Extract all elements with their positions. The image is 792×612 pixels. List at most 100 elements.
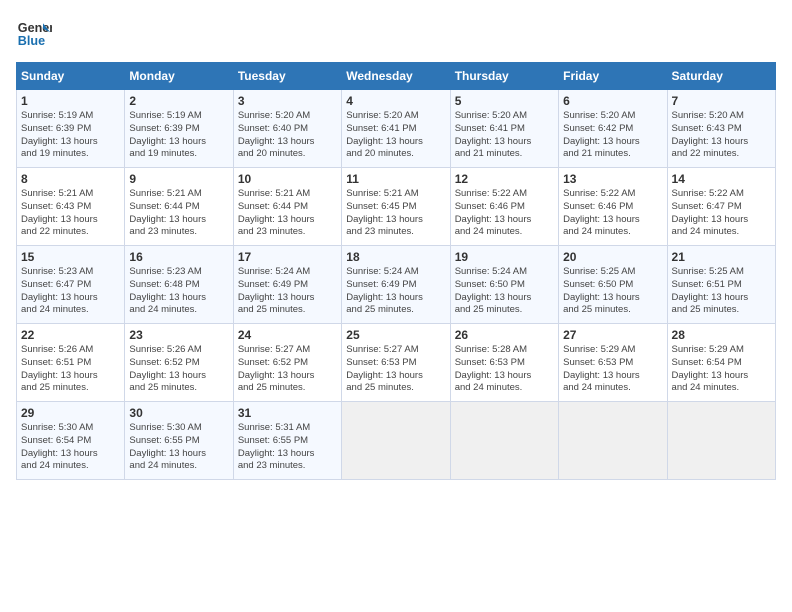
calendar-cell: 14 Sunrise: 5:22 AMSunset: 6:47 PMDayligh… [667, 168, 775, 246]
logo-icon: General Blue [16, 16, 52, 52]
day-detail: Sunrise: 5:21 AMSunset: 6:44 PMDaylight:… [238, 188, 337, 239]
day-detail: Sunrise: 5:29 AMSunset: 6:54 PMDaylight:… [672, 344, 771, 395]
calendar-cell: 27 Sunrise: 5:29 AMSunset: 6:53 PMDayligh… [559, 324, 667, 402]
header-saturday: Saturday [667, 63, 775, 90]
day-detail: Sunrise: 5:30 AMSunset: 6:55 PMDaylight:… [129, 422, 228, 473]
day-detail: Sunrise: 5:22 AMSunset: 6:46 PMDaylight:… [563, 188, 662, 239]
day-detail: Sunrise: 5:27 AMSunset: 6:53 PMDaylight:… [346, 344, 445, 395]
day-detail: Sunrise: 5:26 AMSunset: 6:51 PMDaylight:… [21, 344, 120, 395]
calendar-cell: 2 Sunrise: 5:19 AMSunset: 6:39 PMDaylight… [125, 90, 233, 168]
calendar-cell [450, 402, 558, 480]
week-row-3: 15 Sunrise: 5:23 AMSunset: 6:47 PMDayligh… [17, 246, 776, 324]
calendar-cell: 28 Sunrise: 5:29 AMSunset: 6:54 PMDayligh… [667, 324, 775, 402]
calendar-cell [559, 402, 667, 480]
day-detail: Sunrise: 5:20 AMSunset: 6:40 PMDaylight:… [238, 110, 337, 161]
calendar-cell: 7 Sunrise: 5:20 AMSunset: 6:43 PMDaylight… [667, 90, 775, 168]
day-number: 28 [672, 328, 771, 342]
calendar-cell: 25Sunrise: 5:27 AMSunset: 6:53 PMDayligh… [342, 324, 450, 402]
day-detail: Sunrise: 5:22 AMSunset: 6:47 PMDaylight:… [672, 188, 771, 239]
header-wednesday: Wednesday [342, 63, 450, 90]
calendar-cell: 1 Sunrise: 5:19 AMSunset: 6:39 PMDaylight… [17, 90, 125, 168]
calendar-cell: 26 Sunrise: 5:28 AMSunset: 6:53 PMDayligh… [450, 324, 558, 402]
header-tuesday: Tuesday [233, 63, 341, 90]
day-number: 17 [238, 250, 337, 264]
week-row-1: 1 Sunrise: 5:19 AMSunset: 6:39 PMDaylight… [17, 90, 776, 168]
day-number: 6 [563, 94, 662, 108]
header-thursday: Thursday [450, 63, 558, 90]
day-detail: Sunrise: 5:29 AMSunset: 6:53 PMDaylight:… [563, 344, 662, 395]
calendar-cell: 5Sunrise: 5:20 AMSunset: 6:41 PMDaylight… [450, 90, 558, 168]
calendar-cell: 15 Sunrise: 5:23 AMSunset: 6:47 PMDayligh… [17, 246, 125, 324]
page-header: General Blue [16, 16, 776, 52]
svg-text:Blue: Blue [18, 34, 45, 48]
day-number: 4 [346, 94, 445, 108]
calendar-cell: 16 Sunrise: 5:23 AMSunset: 6:48 PMDayligh… [125, 246, 233, 324]
day-detail: Sunrise: 5:23 AMSunset: 6:47 PMDaylight:… [21, 266, 120, 317]
header-friday: Friday [559, 63, 667, 90]
day-number: 14 [672, 172, 771, 186]
day-detail: Sunrise: 5:19 AMSunset: 6:39 PMDaylight:… [129, 110, 228, 161]
day-number: 30 [129, 406, 228, 420]
day-number: 20 [563, 250, 662, 264]
day-detail: Sunrise: 5:21 AMSunset: 6:44 PMDaylight:… [129, 188, 228, 239]
day-detail: Sunrise: 5:31 AMSunset: 6:55 PMDaylight:… [238, 422, 337, 473]
day-detail: Sunrise: 5:24 AMSunset: 6:49 PMDaylight:… [346, 266, 445, 317]
day-detail: Sunrise: 5:26 AMSunset: 6:52 PMDaylight:… [129, 344, 228, 395]
calendar-table: SundayMondayTuesdayWednesdayThursdayFrid… [16, 62, 776, 480]
calendar-cell: 12Sunrise: 5:22 AMSunset: 6:46 PMDayligh… [450, 168, 558, 246]
day-detail: Sunrise: 5:20 AMSunset: 6:43 PMDaylight:… [672, 110, 771, 161]
calendar-cell: 29 Sunrise: 5:30 AMSunset: 6:54 PMDayligh… [17, 402, 125, 480]
calendar-cell: 30 Sunrise: 5:30 AMSunset: 6:55 PMDayligh… [125, 402, 233, 480]
logo: General Blue [16, 16, 52, 52]
day-number: 22 [21, 328, 120, 342]
day-number: 29 [21, 406, 120, 420]
calendar-cell: 20 Sunrise: 5:25 AMSunset: 6:50 PMDayligh… [559, 246, 667, 324]
day-detail: Sunrise: 5:23 AMSunset: 6:48 PMDaylight:… [129, 266, 228, 317]
day-detail: Sunrise: 5:20 AMSunset: 6:42 PMDaylight:… [563, 110, 662, 161]
day-number: 21 [672, 250, 771, 264]
calendar-cell: 19Sunrise: 5:24 AMSunset: 6:50 PMDayligh… [450, 246, 558, 324]
day-number: 15 [21, 250, 120, 264]
calendar-cell: 6 Sunrise: 5:20 AMSunset: 6:42 PMDaylight… [559, 90, 667, 168]
calendar-cell: 23 Sunrise: 5:26 AMSunset: 6:52 PMDayligh… [125, 324, 233, 402]
day-detail: Sunrise: 5:25 AMSunset: 6:51 PMDaylight:… [672, 266, 771, 317]
day-number: 5 [455, 94, 554, 108]
day-number: 27 [563, 328, 662, 342]
day-detail: Sunrise: 5:30 AMSunset: 6:54 PMDaylight:… [21, 422, 120, 473]
week-row-5: 29 Sunrise: 5:30 AMSunset: 6:54 PMDayligh… [17, 402, 776, 480]
day-number: 9 [129, 172, 228, 186]
calendar-cell: 22 Sunrise: 5:26 AMSunset: 6:51 PMDayligh… [17, 324, 125, 402]
day-number: 23 [129, 328, 228, 342]
week-row-4: 22 Sunrise: 5:26 AMSunset: 6:51 PMDayligh… [17, 324, 776, 402]
day-detail: Sunrise: 5:19 AMSunset: 6:39 PMDaylight:… [21, 110, 120, 161]
day-number: 11 [346, 172, 445, 186]
day-detail: Sunrise: 5:27 AMSunset: 6:52 PMDaylight:… [238, 344, 337, 395]
calendar-cell [667, 402, 775, 480]
calendar-header-row: SundayMondayTuesdayWednesdayThursdayFrid… [17, 63, 776, 90]
day-number: 12 [455, 172, 554, 186]
day-number: 7 [672, 94, 771, 108]
day-number: 8 [21, 172, 120, 186]
day-detail: Sunrise: 5:28 AMSunset: 6:53 PMDaylight:… [455, 344, 554, 395]
day-number: 16 [129, 250, 228, 264]
day-number: 26 [455, 328, 554, 342]
calendar-cell: 10 Sunrise: 5:21 AMSunset: 6:44 PMDayligh… [233, 168, 341, 246]
header-sunday: Sunday [17, 63, 125, 90]
calendar-cell: 31Sunrise: 5:31 AMSunset: 6:55 PMDayligh… [233, 402, 341, 480]
calendar-cell: 24Sunrise: 5:27 AMSunset: 6:52 PMDayligh… [233, 324, 341, 402]
day-number: 10 [238, 172, 337, 186]
day-detail: Sunrise: 5:20 AMSunset: 6:41 PMDaylight:… [346, 110, 445, 161]
calendar-cell: 13 Sunrise: 5:22 AMSunset: 6:46 PMDayligh… [559, 168, 667, 246]
calendar-cell: 18Sunrise: 5:24 AMSunset: 6:49 PMDayligh… [342, 246, 450, 324]
calendar-cell: 3Sunrise: 5:20 AMSunset: 6:40 PMDaylight… [233, 90, 341, 168]
day-number: 13 [563, 172, 662, 186]
calendar-cell: 17Sunrise: 5:24 AMSunset: 6:49 PMDayligh… [233, 246, 341, 324]
day-detail: Sunrise: 5:24 AMSunset: 6:50 PMDaylight:… [455, 266, 554, 317]
day-number: 1 [21, 94, 120, 108]
calendar-cell: 8Sunrise: 5:21 AMSunset: 6:43 PMDaylight… [17, 168, 125, 246]
calendar-cell: 11Sunrise: 5:21 AMSunset: 6:45 PMDayligh… [342, 168, 450, 246]
day-number: 2 [129, 94, 228, 108]
calendar-cell: 21 Sunrise: 5:25 AMSunset: 6:51 PMDayligh… [667, 246, 775, 324]
day-detail: Sunrise: 5:25 AMSunset: 6:50 PMDaylight:… [563, 266, 662, 317]
calendar-cell [342, 402, 450, 480]
